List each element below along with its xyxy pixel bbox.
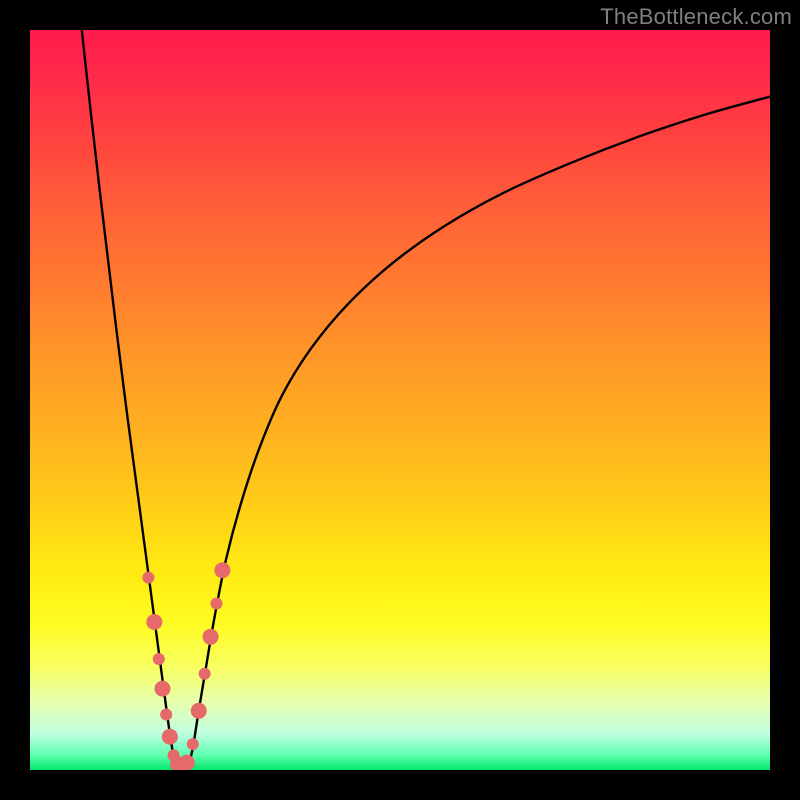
highlight-dot xyxy=(214,562,230,578)
highlight-dot xyxy=(179,755,195,770)
watermark-text: TheBottleneck.com xyxy=(600,4,792,30)
highlight-markers xyxy=(142,562,230,770)
highlight-dot xyxy=(154,681,170,697)
chart-frame: TheBottleneck.com xyxy=(0,0,800,800)
curve-right-branch xyxy=(188,97,770,767)
plot-area xyxy=(30,30,770,770)
highlight-dot xyxy=(203,629,219,645)
highlight-dot xyxy=(191,703,207,719)
highlight-dot xyxy=(160,709,172,721)
curve-layer xyxy=(30,30,770,770)
highlight-dot xyxy=(187,738,199,750)
highlight-dot xyxy=(199,668,211,680)
highlight-dot xyxy=(153,653,165,665)
highlight-dot xyxy=(142,572,154,584)
highlight-dot xyxy=(210,598,222,610)
highlight-dot xyxy=(146,614,162,630)
highlight-dot xyxy=(162,729,178,745)
